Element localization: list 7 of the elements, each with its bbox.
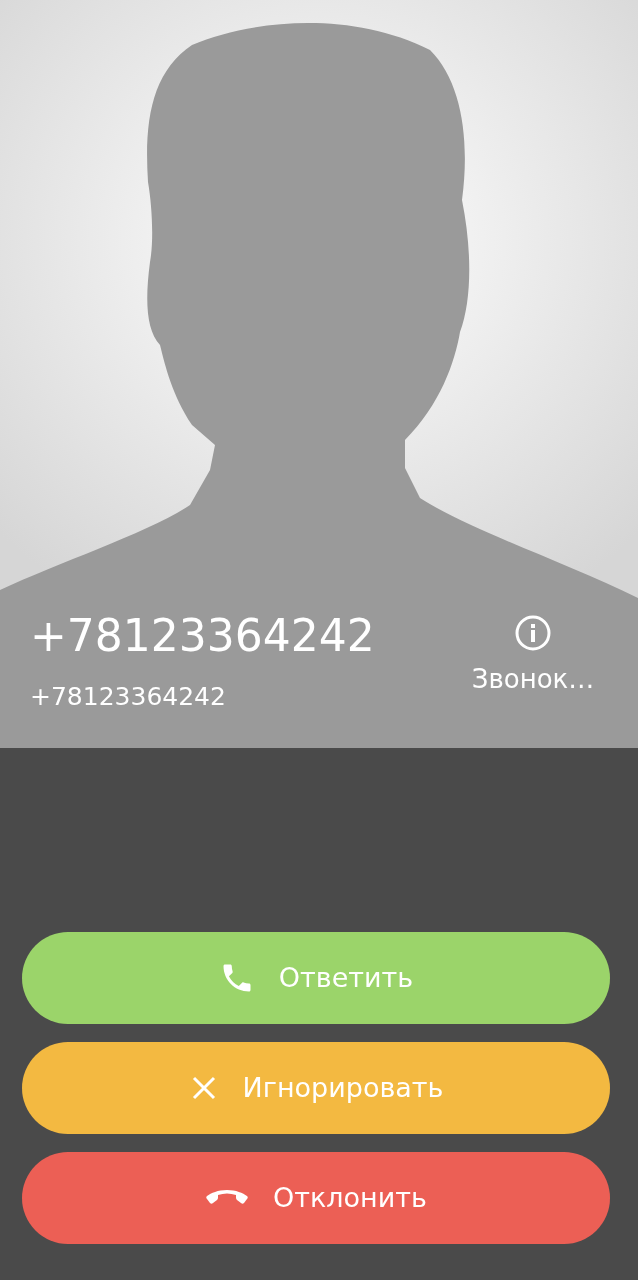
info-icon[interactable] xyxy=(514,614,552,652)
caller-name: +78123364242 xyxy=(30,612,376,661)
ignore-button[interactable]: Игнорировать xyxy=(22,1042,610,1134)
call-info-label: Звонок… xyxy=(471,663,595,696)
answer-button[interactable]: Ответить xyxy=(22,932,610,1024)
decline-button[interactable]: Отклонить xyxy=(22,1152,610,1244)
caller-number: +78123364242 xyxy=(30,681,227,714)
